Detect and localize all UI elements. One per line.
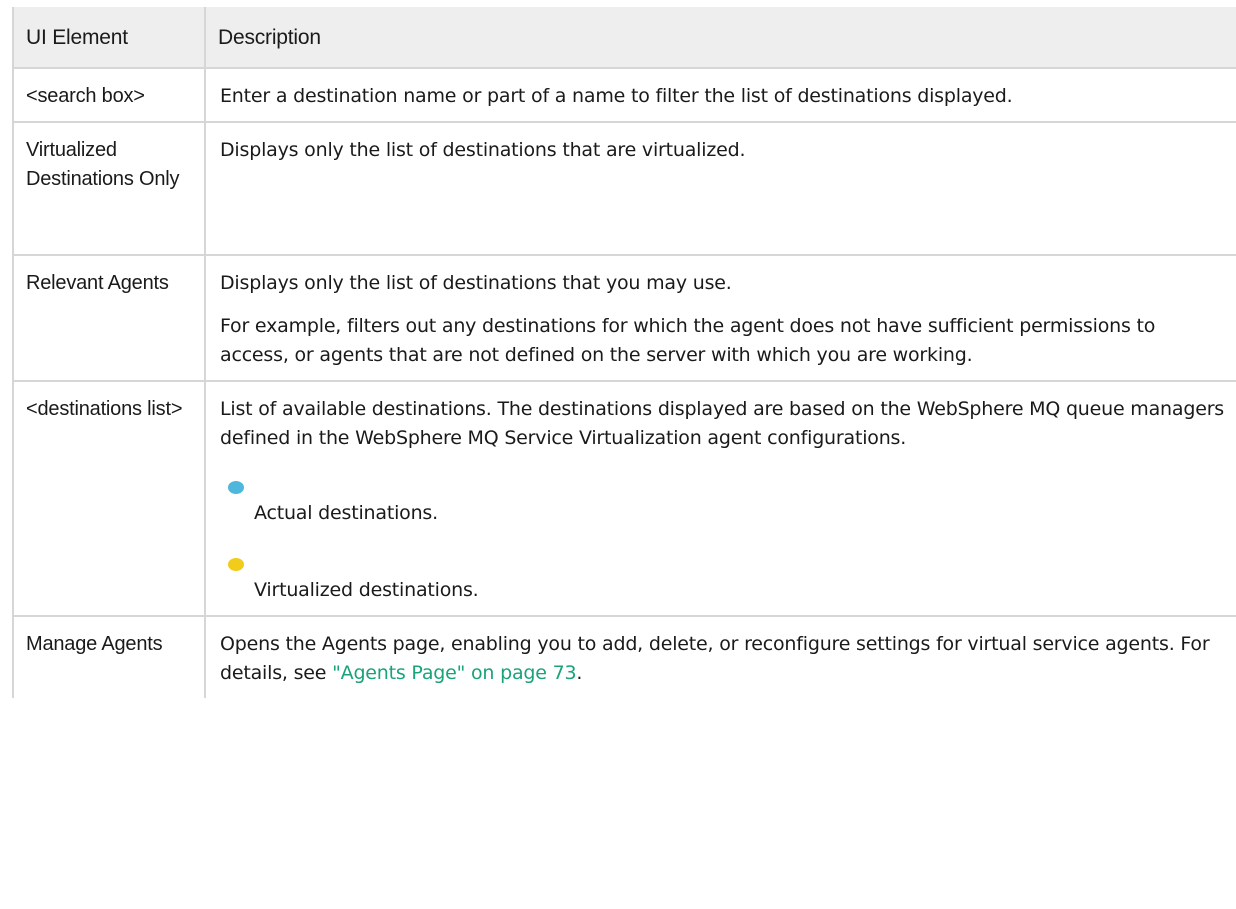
table-row: <search box> Enter a destination name or… <box>12 67 1236 123</box>
description-paragraph: Displays only the list of destinations t… <box>220 272 732 294</box>
header-ui-element: UI Element <box>12 7 206 69</box>
table-header-row: UI Element Description <box>12 7 1236 69</box>
element-cell-virtualized-destinations-only: Virtualized Destinations Only <box>12 121 206 256</box>
ui-elements-table: UI Element Description <search box> Ente… <box>12 7 1236 698</box>
blue-circle-icon <box>228 481 244 494</box>
element-cell-search-box: <search box> <box>12 67 206 123</box>
description-cell: Displays only the list of destinations t… <box>204 254 1236 382</box>
element-cell-manage-agents: Manage Agents <box>12 615 206 698</box>
element-cell-destinations-list: <destinations list> <box>12 380 206 617</box>
header-description: Description <box>204 7 1236 69</box>
description-cell: Enter a destination name or part of a na… <box>204 67 1236 123</box>
element-cell-relevant-agents: Relevant Agents <box>12 254 206 382</box>
description-paragraph: List of available destinations. The dest… <box>220 398 1224 449</box>
description-cell: Displays only the list of destinations t… <box>204 121 1236 256</box>
legend-label: Virtualized destinations. <box>254 579 479 601</box>
table-row: Virtualized Destinations Only Displays o… <box>12 121 1236 256</box>
agents-page-link[interactable]: "Agents Page" on page 73 <box>332 662 576 684</box>
legend-item-actual: Actual destinations. <box>220 481 1228 528</box>
description-cell: Opens the Agents page, enabling you to a… <box>204 615 1236 698</box>
table-row: Manage Agents Opens the Agents page, ena… <box>12 615 1236 698</box>
description-text-end: . <box>576 662 583 684</box>
table-row: <destinations list> List of available de… <box>12 380 1236 617</box>
legend-item-virtualized: Virtualized destinations. <box>220 558 1228 605</box>
description-cell: List of available destinations. The dest… <box>204 380 1236 617</box>
legend-label: Actual destinations. <box>254 502 438 524</box>
yellow-circle-icon <box>228 558 244 571</box>
description-paragraph: For example, filters out any destination… <box>220 315 1156 366</box>
table-row: Relevant Agents Displays only the list o… <box>12 254 1236 382</box>
